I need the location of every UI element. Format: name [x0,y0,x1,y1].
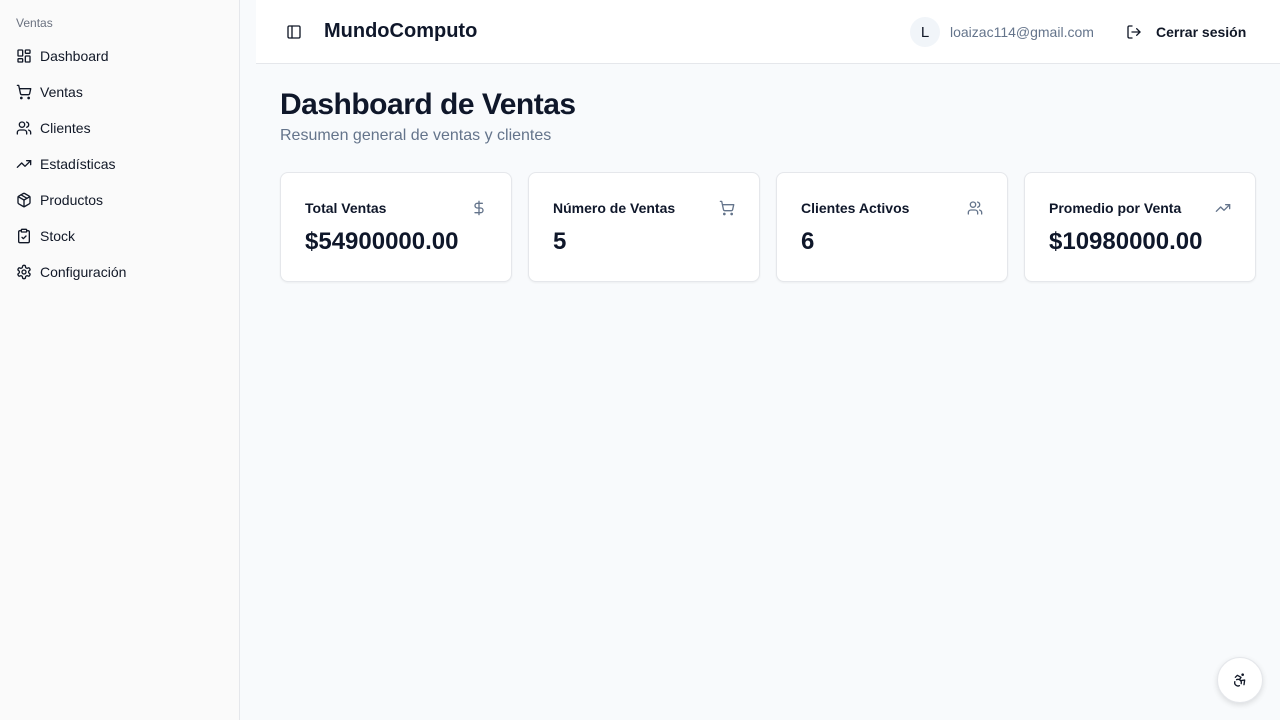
brand-name: MundoComputo [324,20,478,42]
sidebar-item-ventas[interactable]: Ventas [8,74,232,110]
users-icon [16,121,32,135]
sidebar-item-dashboard[interactable]: Dashboard [8,38,232,74]
card-title: Clientes Activos [801,200,910,216]
trending-up-icon [16,160,32,168]
sidebar-item-configuracion[interactable]: Configuración [8,254,232,290]
clipboard-check-icon [18,228,30,244]
page-title: Dashboard de Ventas [280,88,576,121]
page-subtitle: Resumen general de ventas y clientes [280,127,552,144]
stat-card-numero-ventas: Número de Ventas 5 [528,172,760,282]
sidebar-item-label: Clientes [40,120,91,136]
user-email: loaizac114@gmail.com [950,24,1094,40]
sidebar-item-estadisticas[interactable]: Estadísticas [8,146,232,182]
sidebar-item-label: Dashboard [40,48,109,64]
stat-card-clientes-activos: Clientes Activos 6 [776,172,1008,282]
dashboard-icon [17,49,31,63]
sidebar: Ventas Dashboard Ventas Clientes Estadís… [0,0,240,720]
card-title: Total Ventas [305,200,387,216]
sidebar-item-label: Estadísticas [40,156,116,172]
logout-label: Cerrar sesión [1156,24,1247,40]
trending-up-icon [1215,200,1231,216]
card-value: $54900000.00 [305,228,459,255]
users-icon [967,200,983,216]
dollar-icon [471,200,487,216]
avatar[interactable]: L [910,17,940,47]
sidebar-item-label: Configuración [40,264,127,280]
card-value: $10980000.00 [1049,228,1203,255]
card-title: Promedio por Venta [1049,200,1182,216]
sidebar-item-stock[interactable]: Stock [8,218,232,254]
cart-icon [719,200,735,216]
card-value: 5 [553,228,567,255]
package-icon [17,192,31,208]
sidebar-nav: Dashboard Ventas Clientes Estadísticas P… [8,38,232,290]
sidebar-item-label: Stock [40,228,76,244]
log-out-icon [1127,25,1141,39]
top-header: MundoComputo L loaizac114@gmail.com Cerr… [256,0,1280,64]
card-title: Número de Ventas [553,200,676,216]
accessibility-icon [1234,673,1246,687]
panel-left-icon [287,25,301,39]
card-value: 6 [801,228,815,255]
sidebar-toggle-button[interactable] [280,18,308,46]
stat-card-promedio-venta: Promedio por Venta $10980000.00 [1024,172,1256,282]
sidebar-item-clientes[interactable]: Clientes [8,110,232,146]
stat-card-total-ventas: Total Ventas $54900000.00 [280,172,512,282]
cart-icon [16,84,32,100]
sidebar-item-label: Ventas [40,84,83,100]
sidebar-item-label: Productos [40,192,104,208]
accessibility-button[interactable] [1217,657,1263,703]
sidebar-item-productos[interactable]: Productos [8,182,232,218]
gear-icon [17,264,31,280]
sidebar-group-label: Ventas [16,16,53,30]
logout-button[interactable]: Cerrar sesión [1122,18,1250,46]
